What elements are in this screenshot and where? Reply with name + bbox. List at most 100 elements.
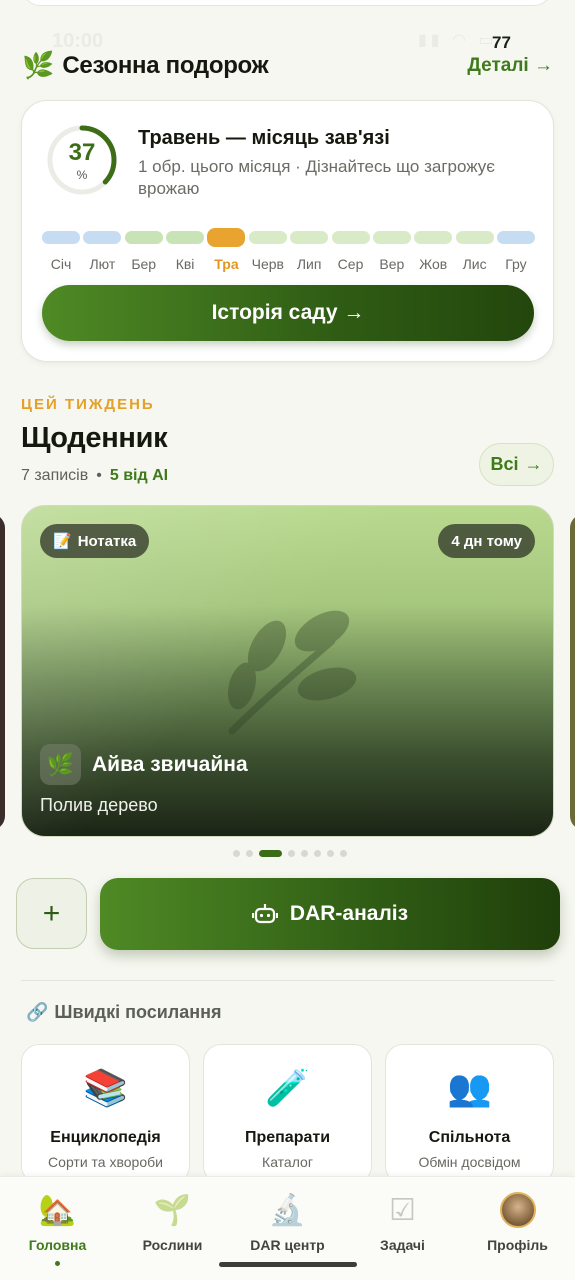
avatar-icon	[499, 1191, 536, 1229]
leaf-watermark-icon	[227, 610, 357, 735]
quick-link-title: Спільнота	[428, 1129, 511, 1146]
month-11[interactable]: Лис	[455, 229, 494, 272]
month-label: Лис	[462, 256, 487, 272]
quick-link-title: Енциклопедія	[50, 1129, 161, 1146]
diary-meta: 7 записів • 5 від AI	[21, 467, 168, 485]
quick-link-community[interactable]: 👥 Спільнота Обмін досвідом	[385, 1044, 554, 1184]
progress-value: 37	[68, 139, 96, 166]
month-bar	[290, 231, 329, 244]
month-bar	[496, 231, 535, 244]
details-link[interactable]: Деталі →	[467, 55, 553, 77]
month-10[interactable]: Жов	[414, 229, 453, 272]
add-entry-button[interactable]: +	[16, 878, 87, 949]
month-8[interactable]: Сер	[331, 229, 370, 272]
progress-unit: %	[76, 168, 88, 182]
memo-icon: 📝	[53, 533, 72, 550]
pagination-dot[interactable]	[288, 850, 295, 857]
month-label: Черв	[251, 256, 284, 272]
see-all-label: Всі	[490, 454, 519, 474]
month-label: Гру	[505, 256, 527, 272]
season-card: 37 % Травень — місяць зав'язі 1 обр. цьо…	[21, 100, 554, 362]
pagination-dot[interactable]	[301, 850, 308, 857]
season-header: 🌿 Сезонна подорож	[22, 50, 269, 81]
month-bar	[455, 231, 494, 244]
note-type-label: Нотатка	[77, 532, 137, 550]
next-entry-card[interactable]	[570, 514, 575, 830]
month-6[interactable]: Черв	[248, 229, 287, 272]
nav-dar-center[interactable]: 🔬 DAR центр	[230, 1191, 345, 1254]
diary-entry-card[interactable]: 📝 Нотатка 4 дн тому 🌿 Айва звичайна Поли…	[21, 505, 554, 837]
month-7[interactable]: Лип	[290, 229, 329, 272]
herb-icon: 🌿	[22, 50, 55, 80]
nav-label: Рослини	[142, 1237, 203, 1253]
section-kicker: ЦЕЙ ТИЖДЕНЬ	[21, 396, 155, 413]
status-badge: 77	[492, 33, 511, 52]
month-3[interactable]: Бер	[124, 229, 163, 272]
month-bar	[331, 231, 370, 244]
pagination-dot[interactable]	[246, 850, 253, 857]
month-label: Бер	[131, 256, 157, 272]
checklist-icon: ☑	[389, 1193, 416, 1227]
month-label: Лют	[89, 256, 116, 272]
nav-home[interactable]: 🏡 Головна	[0, 1191, 115, 1266]
quick-link-encyclopedia[interactable]: 📚 Енциклопедія Сорти та хвороби	[21, 1044, 190, 1184]
carousel-pagination	[233, 850, 347, 857]
robot-icon	[251, 904, 278, 924]
pagination-dot[interactable]	[259, 850, 282, 857]
pagination-dot[interactable]	[340, 850, 347, 857]
plant-name: Айва звичайна	[92, 753, 248, 776]
month-bar	[248, 231, 287, 244]
month-bar	[166, 231, 205, 244]
nav-profile[interactable]: Профіль	[460, 1191, 575, 1253]
section-divider	[21, 980, 554, 981]
season-title: Сезонна подорож	[62, 51, 269, 79]
nav-label: DAR центр	[250, 1237, 325, 1253]
month-label: Кві	[175, 256, 195, 272]
quick-link-title: Препарати	[244, 1129, 331, 1146]
quick-link-products[interactable]: 🧪 Препарати Каталог	[203, 1044, 372, 1184]
home-icon: 🏡	[38, 1193, 77, 1227]
month-12[interactable]: Гру	[496, 229, 535, 272]
nav-label: Головна	[28, 1237, 87, 1253]
status-icons: ▮▮ ◠ ▭	[418, 32, 498, 49]
nav-label: Профіль	[487, 1237, 548, 1253]
avatar	[499, 1192, 536, 1228]
month-label: Вер	[379, 256, 405, 272]
month-label: Тра	[214, 256, 239, 272]
pagination-dot[interactable]	[314, 850, 321, 857]
home-indicator	[219, 1262, 357, 1267]
note-type-chip: 📝 Нотатка	[40, 524, 150, 558]
entries-count: 7 записів	[21, 467, 89, 484]
test-tube-icon: 🧪	[265, 1067, 310, 1108]
month-9[interactable]: Вер	[372, 229, 411, 272]
quick-link-subtitle: Каталог	[262, 1154, 313, 1170]
previous-entry-card[interactable]	[0, 514, 5, 830]
pagination-dot[interactable]	[327, 850, 334, 857]
people-icon: 👥	[447, 1067, 492, 1108]
month-bar	[207, 228, 246, 247]
nav-tasks[interactable]: ☑ Задачі	[345, 1191, 460, 1254]
month-bar	[372, 231, 411, 244]
dar-analysis-label: DAR-аналіз	[289, 902, 409, 925]
separator-dot: •	[96, 467, 102, 484]
month-bar	[83, 231, 122, 244]
month-5[interactable]: Тра	[207, 228, 246, 272]
link-icon: 🔗	[26, 1002, 49, 1022]
ai-count: 5 від AI	[109, 467, 169, 484]
month-subtitle: 1 обр. цього місяця · Дізнайтесь що загр…	[138, 157, 495, 198]
month-2[interactable]: Лют	[83, 229, 122, 272]
month-bar	[124, 231, 163, 244]
seedling-icon: 🌱	[153, 1193, 192, 1227]
diary-title: Щоденник	[21, 422, 168, 454]
see-all-button[interactable]: Всі →	[479, 443, 554, 486]
month-4[interactable]: Кві	[166, 229, 205, 272]
nav-plants[interactable]: 🌱 Рослини	[115, 1191, 230, 1254]
pagination-dot[interactable]	[233, 850, 240, 857]
garden-history-button[interactable]: Історія саду →	[42, 285, 534, 341]
microscope-icon: 🔬	[268, 1193, 307, 1227]
time-ago-chip: 4 дн тому	[438, 524, 535, 558]
dar-analysis-button[interactable]: DAR-аналіз	[100, 878, 560, 950]
month-1[interactable]: Січ	[42, 229, 80, 272]
quick-link-subtitle: Сорти та хвороби	[48, 1154, 163, 1170]
month-label: Жов	[419, 256, 448, 272]
